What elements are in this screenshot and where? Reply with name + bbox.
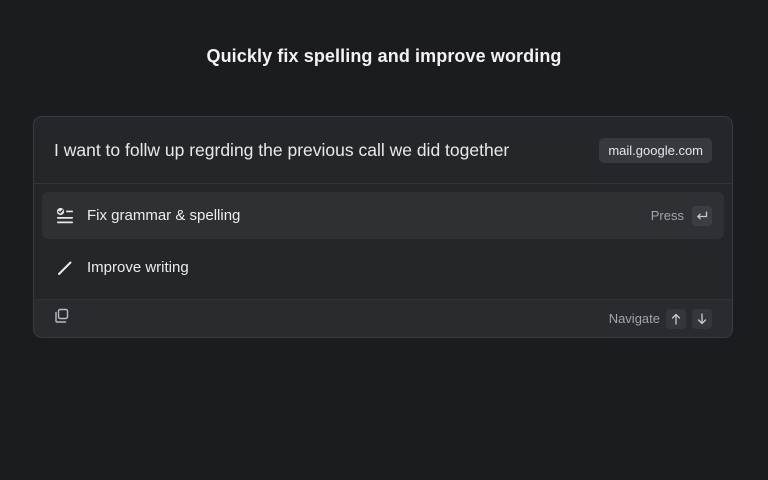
action-improve-writing[interactable]: Improve writing xyxy=(42,244,724,291)
context-badge: mail.google.com xyxy=(599,137,712,163)
action-label: Fix grammar & spelling xyxy=(87,207,241,224)
navigate-label: Navigate xyxy=(608,311,660,326)
command-palette: I want to follw up regrding the previous… xyxy=(33,116,733,338)
grammar-check-icon xyxy=(55,206,75,226)
return-key-icon xyxy=(692,205,712,226)
action-label: Improve writing xyxy=(87,259,189,276)
copy-icon[interactable] xyxy=(54,308,70,329)
arrow-up-icon xyxy=(666,308,686,329)
query-text[interactable]: I want to follw up regrding the previous… xyxy=(54,140,509,161)
press-hint-label: Press xyxy=(650,208,684,223)
arrow-down-icon xyxy=(692,308,712,329)
action-fix-grammar[interactable]: Fix grammar & spelling Press xyxy=(42,192,724,239)
palette-footer: Navigate xyxy=(34,299,732,337)
press-hint: Press xyxy=(650,205,712,226)
page: Quickly fix spelling and improve wording… xyxy=(0,0,768,480)
pencil-icon xyxy=(55,258,75,278)
action-list: Fix grammar & spelling Press Improve wri… xyxy=(34,184,732,291)
navigate-hint: Navigate xyxy=(608,308,712,329)
query-row[interactable]: I want to follw up regrding the previous… xyxy=(34,117,732,184)
page-headline: Quickly fix spelling and improve wording xyxy=(206,46,562,66)
